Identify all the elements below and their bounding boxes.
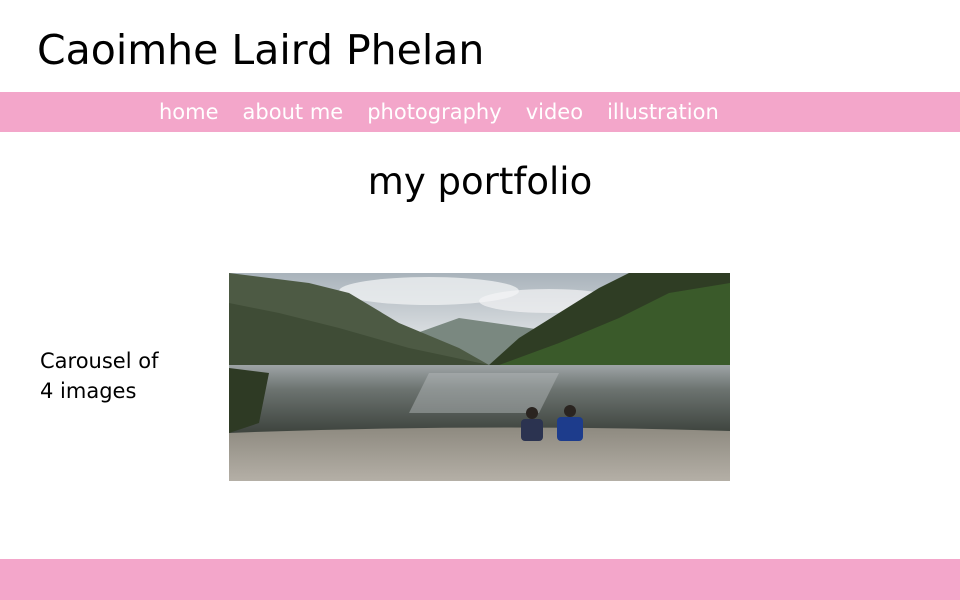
- site-title: Caoimhe Laird Phelan: [37, 26, 485, 74]
- nav-bar: home about me photography video illustra…: [0, 92, 960, 132]
- carousel-placeholder-note: Carousel of 4 images: [40, 346, 200, 406]
- lake-landscape-photo: [229, 273, 730, 481]
- nav-item-about-me[interactable]: about me: [243, 100, 344, 124]
- nav-item-home[interactable]: home: [159, 100, 219, 124]
- nav-item-photography[interactable]: photography: [367, 100, 501, 124]
- page-heading: my portfolio: [367, 160, 593, 203]
- carousel-image[interactable]: [229, 273, 730, 481]
- nav-item-video[interactable]: video: [526, 100, 583, 124]
- nav-list: home about me photography video illustra…: [159, 92, 719, 132]
- carousel-note-line-1: Carousel of: [40, 349, 159, 373]
- page: Caoimhe Laird Phelan home about me photo…: [0, 0, 960, 600]
- carousel-note-line-2: 4 images: [40, 379, 137, 403]
- footer-bar: [0, 559, 960, 600]
- nav-item-illustration[interactable]: illustration: [607, 100, 719, 124]
